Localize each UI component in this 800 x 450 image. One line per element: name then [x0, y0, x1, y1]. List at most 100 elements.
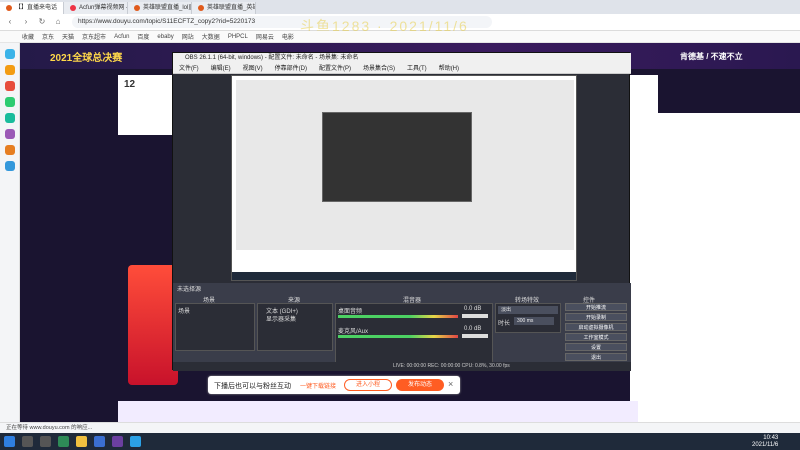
event-logo: 2021全球总决赛: [50, 53, 123, 64]
exit-button[interactable]: 退出: [565, 353, 627, 361]
menu-item[interactable]: 文件(F): [179, 64, 199, 73]
tab-label: 英雄联盟直播_英雄联盟比赛直播: [207, 5, 255, 11]
sidebar-app-icon[interactable]: [4, 161, 15, 171]
volume-meter: [338, 315, 458, 318]
start-recording-button[interactable]: 开始录制: [565, 313, 627, 321]
menu-item[interactable]: 场景集合(S): [363, 64, 395, 73]
obs-window: OBS 26.1.1 (64-bit, windows) - 配置文件: 未命名…: [172, 52, 631, 371]
tab-label: 英雄联盟直播_lol直播_英雄联盟: [143, 5, 191, 11]
menu-item[interactable]: 编辑(E): [211, 64, 231, 73]
obs-panels: 未选择源 场景 来源 混音器 转场特效 控件 场景 文本 (GDI+) 显示器采…: [173, 283, 631, 371]
sidebar-app-icon[interactable]: [4, 145, 15, 155]
back-icon[interactable]: ‹: [4, 16, 16, 28]
browser-tab[interactable]: 【】直播来电话: [0, 2, 64, 14]
chat-panel: [630, 113, 800, 433]
clock-date: 2021/11/6: [752, 442, 779, 448]
obs-menu-bar: 文件(F) 编辑(E) 视图(V) 停靠部件(D) 配置文件(P) 场景集合(S…: [173, 64, 631, 74]
sidebar-app-icon[interactable]: [4, 97, 15, 107]
bookmark[interactable]: PHPCL: [228, 34, 248, 40]
browser-tab-bar: 【】直播来电话 Acfun弹幕视频网 - 认真你就输了 英雄联盟直播_lol直播…: [0, 0, 800, 14]
browser-status-bar: 正在等待 www.douyu.com 的响应...: [0, 422, 800, 433]
sidebar-app-icon[interactable]: [4, 81, 15, 91]
bookmark[interactable]: Acfun: [114, 34, 129, 40]
browser-tab[interactable]: 英雄联盟直播_英雄联盟比赛直播: [192, 2, 256, 14]
obs-icon[interactable]: [112, 436, 123, 447]
browser-icon[interactable]: [58, 436, 69, 447]
scenes-list[interactable]: 场景: [175, 303, 255, 351]
search-icon[interactable]: [22, 436, 33, 447]
studio-mode-button[interactable]: 工作室模式: [565, 333, 627, 341]
clock-time: 10:43: [763, 435, 779, 441]
bookmarks-bar: 收藏 京东 天猫 京东超市 Acfun 百度 ebaby 网站 大数据 PHPC…: [0, 31, 800, 43]
sidebar-app-icon[interactable]: [4, 65, 15, 75]
sources-list[interactable]: 文本 (GDI+) 显示器采集: [257, 303, 333, 351]
menu-item[interactable]: 视图(V): [243, 64, 263, 73]
menu-item[interactable]: 工具(T): [407, 64, 427, 73]
bookmark[interactable]: 大数据: [202, 32, 220, 41]
obs-preview[interactable]: [231, 75, 577, 281]
menu-item[interactable]: 停靠部件(D): [275, 64, 307, 73]
tab-favicon-icon: [70, 5, 76, 11]
nested-preview-inner: [322, 112, 472, 202]
fans-count: 12: [124, 79, 136, 90]
bookmark[interactable]: 电影: [282, 32, 294, 41]
mixer-track-db: 0.0 dB: [464, 306, 482, 312]
mini-program-button[interactable]: 进入小程: [344, 379, 392, 391]
notice-link[interactable]: 一键下载链接: [300, 381, 336, 390]
mixer-track-name: 麦克风/Aux: [338, 329, 369, 335]
app-icon[interactable]: [130, 436, 141, 447]
volume-meter: [338, 335, 458, 338]
nested-taskbar: [232, 272, 576, 280]
start-icon[interactable]: [4, 436, 15, 447]
sidebar-app-icon[interactable]: [4, 129, 15, 139]
volume-slider[interactable]: [462, 314, 488, 318]
streamer-name[interactable]: 肯德基 / 不速不立: [680, 51, 743, 62]
audio-mixer: 桌面音频 0.0 dB 麦克风/Aux 0.0 dB: [335, 303, 493, 363]
start-streaming-button[interactable]: 开始推流: [565, 303, 627, 311]
virtual-camera-button[interactable]: 启动虚拟摄像机: [565, 323, 627, 331]
browser-tab[interactable]: Acfun弹幕视频网 - 认真你就输了: [64, 2, 128, 14]
forward-icon[interactable]: ›: [20, 16, 32, 28]
refresh-icon[interactable]: ↻: [36, 16, 48, 28]
sidebar-app-icon[interactable]: [4, 113, 15, 123]
explorer-icon[interactable]: [76, 436, 87, 447]
bookmark[interactable]: 百度: [137, 32, 149, 41]
browser-sidebar: [0, 43, 20, 433]
transition-select[interactable]: 淡出: [498, 306, 558, 314]
clock: 10:43 2021/11/6: [752, 435, 778, 449]
home-icon[interactable]: ⌂: [52, 16, 64, 28]
sign-in-card[interactable]: [128, 265, 178, 385]
scene-label: 未选择源: [177, 287, 202, 293]
mixer-track-db: 0.0 dB: [464, 326, 482, 332]
menu-item[interactable]: 配置文件(P): [319, 64, 351, 73]
duration-label: 时长: [498, 321, 511, 327]
notice-text: 下播后也可以与粉丝互动: [214, 383, 291, 390]
app-icon[interactable]: [94, 436, 105, 447]
duration-input[interactable]: 300 ms: [514, 317, 554, 325]
taskbar: 10:43 2021/11/6: [0, 433, 800, 450]
source-item[interactable]: 显示器采集: [266, 314, 296, 323]
sidebar-app-icon[interactable]: [4, 49, 15, 59]
menu-item[interactable]: 帮助(H): [439, 64, 459, 73]
bookmark[interactable]: 收藏: [22, 32, 34, 41]
scene-item[interactable]: 场景: [178, 306, 190, 315]
bookmark[interactable]: 网易云: [256, 32, 274, 41]
tab-favicon-icon: [6, 5, 12, 11]
transitions-panel: 淡出 时长 300 ms: [495, 303, 561, 333]
post-update-button[interactable]: 发布动态: [396, 379, 444, 391]
browser-tab[interactable]: 英雄联盟直播_lol直播_英雄联盟: [128, 2, 192, 14]
bookmark[interactable]: ebaby: [157, 34, 173, 40]
mixer-track-name: 桌面音频: [338, 309, 363, 315]
bookmark[interactable]: 京东: [42, 32, 54, 41]
notice-popup: 下播后也可以与粉丝互动 一键下载链接 进入小程 发布动态 ×: [208, 376, 460, 394]
tab-label: Acfun弹幕视频网 - 认真你就输了: [79, 5, 128, 11]
settings-button[interactable]: 设置: [565, 343, 627, 351]
close-icon[interactable]: ×: [448, 379, 453, 389]
bookmark[interactable]: 京东超市: [82, 32, 106, 41]
bookmark[interactable]: 天猫: [62, 32, 74, 41]
volume-slider[interactable]: [462, 334, 488, 338]
task-view-icon[interactable]: [40, 436, 51, 447]
obs-status-bar: LIVE: 00:00:00 REC: 00:00:00 CPU: 0.8%, …: [173, 362, 631, 371]
obs-title: OBS 26.1.1 (64-bit, windows) - 配置文件: 未命名…: [173, 53, 631, 64]
bookmark[interactable]: 网站: [182, 32, 194, 41]
